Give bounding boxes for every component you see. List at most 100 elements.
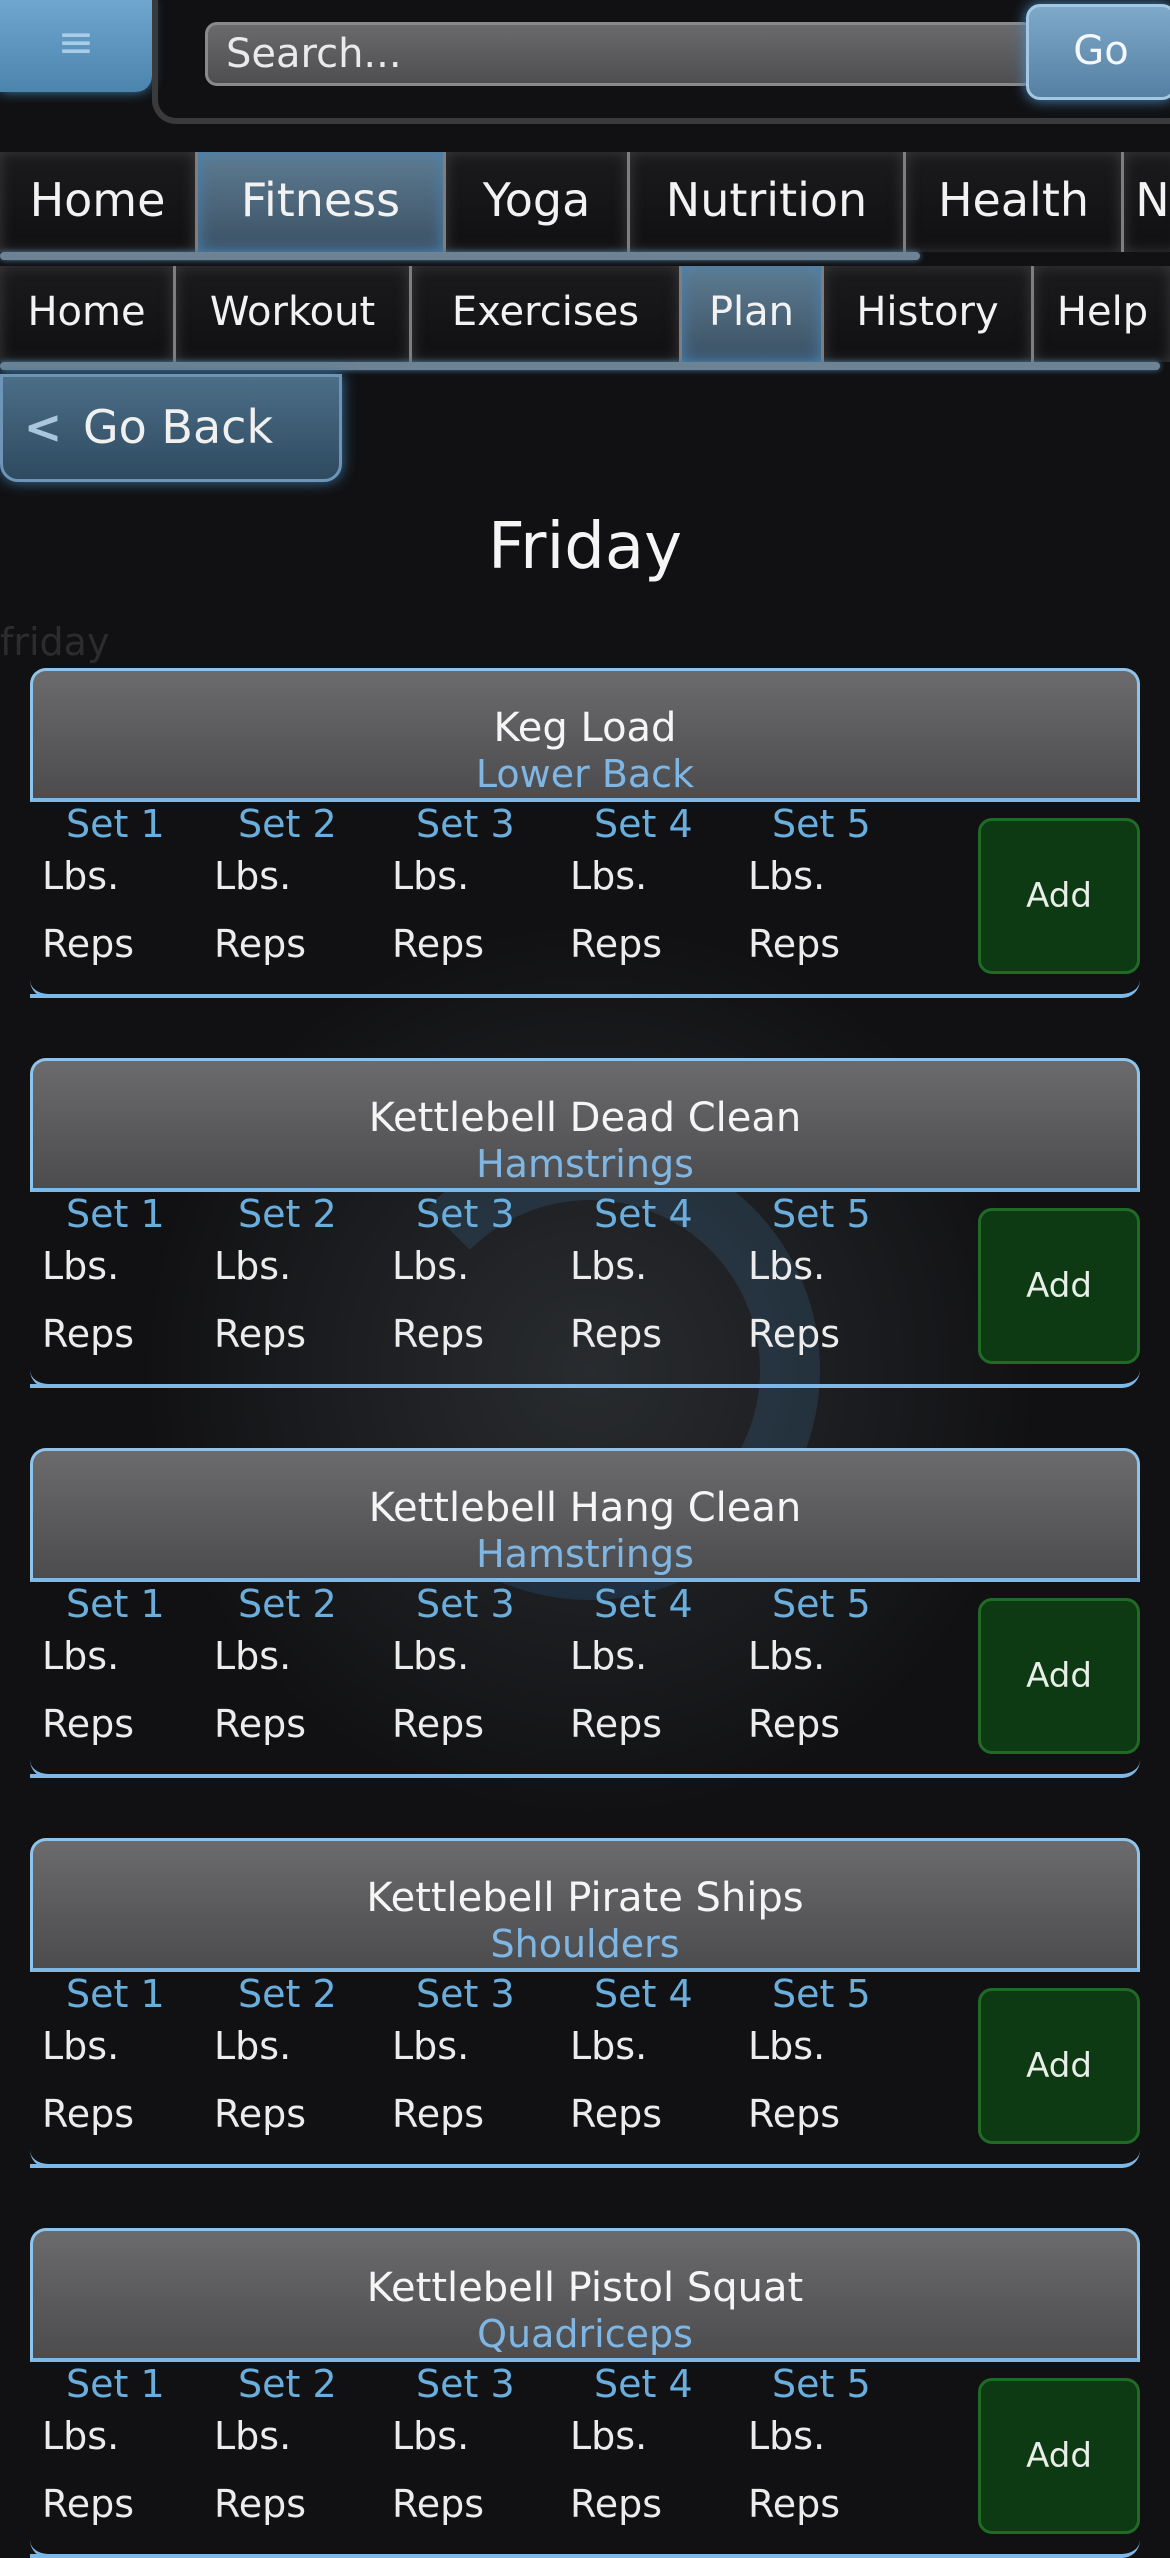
lbs-input[interactable]: Lbs. <box>748 2024 825 2068</box>
exercise-name: Kettlebell Dead Clean <box>368 1095 802 1141</box>
exercise-card: Kettlebell Dead Clean Hamstrings Set 1 Lbs.… <box>30 1058 1140 1388</box>
lbs-input[interactable]: Lbs. <box>570 1244 647 1288</box>
reps-input[interactable]: Reps <box>570 922 662 966</box>
set-label: Set 5 <box>772 1582 871 1626</box>
exercise-card-header: Kettlebell Pistol Squat Quadriceps <box>30 2228 1140 2362</box>
set-label: Set 1 <box>66 802 165 846</box>
reps-input[interactable]: Reps <box>748 1702 840 1746</box>
hamburger-icon: ≡ <box>57 17 95 68</box>
chevron-left-icon: < <box>23 400 63 454</box>
lbs-input[interactable]: Lbs. <box>214 2024 291 2068</box>
set-label: Set 4 <box>594 802 693 846</box>
add-button[interactable]: Add <box>978 1208 1140 1364</box>
primary-tab-health[interactable]: Health <box>906 152 1124 252</box>
reps-input[interactable]: Reps <box>392 2092 484 2136</box>
exercise-muscle-group: Hamstrings <box>476 1142 694 1186</box>
add-button[interactable]: Add <box>978 1598 1140 1754</box>
lbs-input[interactable]: Lbs. <box>42 1244 119 1288</box>
lbs-input[interactable]: Lbs. <box>392 854 469 898</box>
lbs-input[interactable]: Lbs. <box>570 1634 647 1678</box>
exercise-sets: Set 1 Lbs. Reps Set 2 Lbs. Reps Set 3 Lbs. Reps S… <box>30 802 1140 998</box>
reps-input[interactable]: Reps <box>214 2092 306 2136</box>
reps-input[interactable]: Reps <box>570 2482 662 2526</box>
secondary-tab-help[interactable]: Help <box>1034 266 1170 362</box>
primary-tab-fitness[interactable]: Fitness <box>198 152 446 252</box>
set-label: Set 1 <box>66 1972 165 2016</box>
set-label: Set 3 <box>416 1192 515 1236</box>
reps-input[interactable]: Reps <box>392 1312 484 1356</box>
reps-input[interactable]: Reps <box>392 1702 484 1746</box>
secondary-tab-exercises[interactable]: Exercises <box>412 266 682 362</box>
lbs-input[interactable]: Lbs. <box>392 2024 469 2068</box>
reps-input[interactable]: Reps <box>392 2482 484 2526</box>
set-label: Set 4 <box>594 2362 693 2406</box>
set-label: Set 1 <box>66 2362 165 2406</box>
reps-input[interactable]: Reps <box>214 2482 306 2526</box>
set-label: Set 4 <box>594 1192 693 1236</box>
lbs-input[interactable]: Lbs. <box>748 2414 825 2458</box>
secondary-tab-plan[interactable]: Plan <box>682 266 824 362</box>
lbs-input[interactable]: Lbs. <box>748 854 825 898</box>
lbs-input[interactable]: Lbs. <box>392 2414 469 2458</box>
exercise-sets: Set 1 Lbs. Reps Set 2 Lbs. Reps Set 3 Lbs. Reps S… <box>30 2362 1140 2558</box>
primary-nav-underline <box>0 252 920 260</box>
go-button[interactable]: Go <box>1026 4 1170 100</box>
reps-input[interactable]: Reps <box>748 2482 840 2526</box>
exercise-card: Kettlebell Pirate Ships Shoulders Set 1 Lbs… <box>30 1838 1140 2168</box>
search-input[interactable] <box>205 22 1035 86</box>
reps-input[interactable]: Reps <box>42 2092 134 2136</box>
add-button[interactable]: Add <box>978 1988 1140 2144</box>
lbs-input[interactable]: Lbs. <box>42 2024 119 2068</box>
primary-tab-n[interactable]: N <box>1124 152 1170 252</box>
secondary-tab-home[interactable]: Home <box>0 266 176 362</box>
lbs-input[interactable]: Lbs. <box>570 2414 647 2458</box>
lbs-input[interactable]: Lbs. <box>214 1244 291 1288</box>
reps-input[interactable]: Reps <box>42 922 134 966</box>
primary-tab-home[interactable]: Home <box>0 152 198 252</box>
reps-input[interactable]: Reps <box>570 2092 662 2136</box>
reps-input[interactable]: Reps <box>42 1702 134 1746</box>
exercise-sets: Set 1 Lbs. Reps Set 2 Lbs. Reps Set 3 Lbs. Reps S… <box>30 1972 1140 2168</box>
lbs-input[interactable]: Lbs. <box>42 2414 119 2458</box>
lbs-input[interactable]: Lbs. <box>570 2024 647 2068</box>
exercise-card-header: Keg Load Lower Back <box>30 668 1140 802</box>
reps-input[interactable]: Reps <box>214 1702 306 1746</box>
reps-input[interactable]: Reps <box>42 1312 134 1356</box>
secondary-tab-history[interactable]: History <box>824 266 1034 362</box>
reps-input[interactable]: Reps <box>42 2482 134 2526</box>
reps-input[interactable]: Reps <box>748 922 840 966</box>
lbs-input[interactable]: Lbs. <box>214 2414 291 2458</box>
exercise-card: Kettlebell Pistol Squat Quadriceps Set 1 Lb… <box>30 2228 1140 2558</box>
set-label: Set 5 <box>772 802 871 846</box>
primary-tab-nutrition[interactable]: Nutrition <box>630 152 906 252</box>
page-slug: friday <box>0 620 110 664</box>
reps-input[interactable]: Reps <box>392 922 484 966</box>
exercise-card: Keg Load Lower Back Set 1 Lbs. Reps Set 2 Lbs.… <box>30 668 1140 998</box>
lbs-input[interactable]: Lbs. <box>392 1244 469 1288</box>
set-label: Set 1 <box>66 1192 165 1236</box>
page-title: Friday <box>488 510 682 584</box>
secondary-tab-workout[interactable]: Workout <box>176 266 412 362</box>
exercise-sets: Set 1 Lbs. Reps Set 2 Lbs. Reps Set 3 Lbs. Reps S… <box>30 1582 1140 1778</box>
reps-input[interactable]: Reps <box>214 922 306 966</box>
exercise-name: Kettlebell Pirate Ships <box>366 1875 804 1921</box>
lbs-input[interactable]: Lbs. <box>570 854 647 898</box>
lbs-input[interactable]: Lbs. <box>748 1244 825 1288</box>
lbs-input[interactable]: Lbs. <box>392 1634 469 1678</box>
lbs-input[interactable]: Lbs. <box>42 854 119 898</box>
go-back-button[interactable]: < Go Back <box>0 374 342 482</box>
reps-input[interactable]: Reps <box>570 1702 662 1746</box>
reps-input[interactable]: Reps <box>570 1312 662 1356</box>
primary-tab-yoga[interactable]: Yoga <box>446 152 630 252</box>
menu-button[interactable]: ≡ <box>0 0 152 92</box>
add-button[interactable]: Add <box>978 818 1140 974</box>
reps-input[interactable]: Reps <box>748 1312 840 1356</box>
lbs-input[interactable]: Lbs. <box>42 1634 119 1678</box>
set-label: Set 2 <box>238 1972 337 2016</box>
lbs-input[interactable]: Lbs. <box>748 1634 825 1678</box>
lbs-input[interactable]: Lbs. <box>214 1634 291 1678</box>
reps-input[interactable]: Reps <box>748 2092 840 2136</box>
lbs-input[interactable]: Lbs. <box>214 854 291 898</box>
reps-input[interactable]: Reps <box>214 1312 306 1356</box>
add-button[interactable]: Add <box>978 2378 1140 2534</box>
